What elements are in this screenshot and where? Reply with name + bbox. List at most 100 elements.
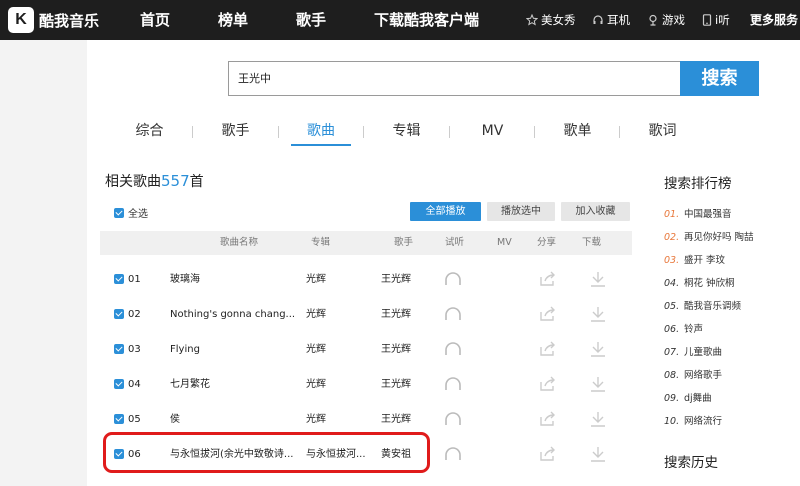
song-name[interactable]: 玻璃海 [170,262,295,297]
song-name[interactable]: 七月繁花 [170,367,295,402]
download-icon[interactable] [589,306,607,322]
left-gutter [0,40,87,486]
listen-icon[interactable] [444,271,462,287]
nav-beauty-show[interactable]: 美女秀 [526,0,576,40]
share-icon[interactable] [539,446,557,462]
listen-icon[interactable] [444,376,462,392]
download-icon[interactable] [589,376,607,392]
rank-item[interactable]: 05. 酷我音乐调频 [664,298,741,312]
rank-item[interactable]: 02. 再见你好吗 陶喆 [664,229,754,243]
tab-songs[interactable]: 歌曲 [291,118,351,146]
top-nav-bar: K 酷我音乐 首页 榜单 歌手 下载酷我客户端 美女秀 耳机 游戏 i听 更多服… [0,0,800,40]
share-icon[interactable] [539,271,557,287]
share-icon[interactable] [539,411,557,427]
search-input[interactable]: 王光中 [228,61,681,96]
rank-item[interactable]: 07. 儿童歌曲 [664,344,722,358]
share-icon[interactable] [539,376,557,392]
rank-text: 酷我音乐调频 [684,301,742,312]
nav-artists[interactable]: 歌手 [296,0,326,40]
nav-games-label: 游戏 [662,13,685,27]
song-album[interactable]: 光辉 [306,262,368,297]
song-number: 03 [128,344,141,355]
share-icon[interactable] [539,306,557,322]
header-artist: 歌手 [394,237,414,248]
tab-mv[interactable]: MV [450,118,535,146]
song-artist[interactable]: 王光辉 [381,332,411,367]
row-checkbox[interactable] [114,379,124,389]
song-album[interactable]: 光辉 [306,297,368,332]
download-icon[interactable] [589,411,607,427]
listen-icon[interactable] [444,341,462,357]
rank-item[interactable]: 04. 桐花 钟欣桐 [664,275,735,289]
rank-item[interactable]: 09. dj舞曲 [664,390,712,404]
rank-number: 09. [664,393,680,404]
rank-text: 铃声 [684,324,704,335]
row-checkbox[interactable] [114,274,124,284]
search-ranking-title: 搜索排行榜 [664,176,732,192]
song-row[interactable]: 01 玻璃海 光辉 王光辉 [100,262,632,297]
row-checkbox[interactable] [114,309,124,319]
song-artist[interactable]: 王光辉 [381,297,411,332]
rank-item[interactable]: 08. 网络歌手 [664,367,722,381]
listen-icon[interactable] [444,446,462,462]
kuwo-logo[interactable]: K 酷我音乐 [8,7,99,33]
play-all-button[interactable]: 全部播放 [410,202,481,221]
rank-text: 儿童歌曲 [684,347,723,358]
nav-more-services[interactable]: 更多服务 [750,0,798,40]
rank-text: 中国最强音 [684,209,732,220]
result-count-suffix: 首 [189,174,204,190]
listen-icon[interactable] [444,306,462,322]
rank-item[interactable]: 03. 盛开 李玟 [664,252,725,266]
header-song-name: 歌曲名称 [220,237,259,248]
rank-number: 04. [664,278,680,289]
song-row[interactable]: 03 Flying 光辉 王光辉 [100,332,632,367]
highlight-box [103,432,430,473]
download-icon[interactable] [589,446,607,462]
rank-item[interactable]: 06. 铃声 [664,321,703,335]
nav-charts[interactable]: 榜单 [218,0,248,40]
nav-ilisten-label: i听 [715,13,730,27]
nav-download-client[interactable]: 下载酷我客户端 [374,0,479,40]
pin-icon [649,14,657,26]
rank-text: 网络歌手 [684,370,723,381]
nav-beauty-show-label: 美女秀 [541,13,576,27]
row-checkbox[interactable] [114,414,124,424]
song-album[interactable]: 光辉 [306,367,368,402]
nav-games[interactable]: 游戏 [647,0,685,40]
result-count-prefix: 相关歌曲 [105,174,161,190]
rank-number: 03. [664,255,680,266]
song-album[interactable]: 光辉 [306,332,368,367]
tab-lyrics[interactable]: 歌词 [620,118,705,146]
select-all-checkbox[interactable]: 全选 [114,205,148,220]
tab-playlists[interactable]: 歌单 [535,118,620,146]
download-icon[interactable] [589,271,607,287]
song-name[interactable]: Nothing's gonna chang... [170,297,295,332]
search-button[interactable]: 搜索 [680,61,759,96]
logo-mark: K [8,7,34,33]
rank-number: 01. [664,209,680,220]
rank-number: 06. [664,324,680,335]
nav-headphones[interactable]: 耳机 [592,0,630,40]
song-table-header: 歌曲名称 专辑 歌手 试听 MV 分享 下载 [100,231,632,255]
star-icon [526,14,538,26]
search-history-title: 搜索历史 [664,455,718,471]
rank-item[interactable]: 01. 中国最强音 [664,206,732,220]
tab-all[interactable]: 综合 [107,118,192,146]
tab-albums[interactable]: 专辑 [364,118,449,146]
rank-item[interactable]: 10. 网络流行 [664,413,722,427]
nav-ilisten[interactable]: i听 [702,0,730,40]
play-selected-button[interactable]: 播放选中 [487,202,555,221]
row-checkbox[interactable] [114,344,124,354]
nav-home[interactable]: 首页 [140,0,170,40]
song-row[interactable]: 02 Nothing's gonna chang... 光辉 王光辉 [100,297,632,332]
add-to-favorites-button[interactable]: 加入收藏 [561,202,630,221]
download-icon[interactable] [589,341,607,357]
listen-icon[interactable] [444,411,462,427]
song-artist[interactable]: 王光辉 [381,262,411,297]
song-row[interactable]: 04 七月繁花 光辉 王光辉 [100,367,632,402]
tab-artists[interactable]: 歌手 [193,118,278,146]
checkbox-checked[interactable] [114,207,124,218]
share-icon[interactable] [539,341,557,357]
song-artist[interactable]: 王光辉 [381,367,411,402]
song-name[interactable]: Flying [170,332,295,367]
